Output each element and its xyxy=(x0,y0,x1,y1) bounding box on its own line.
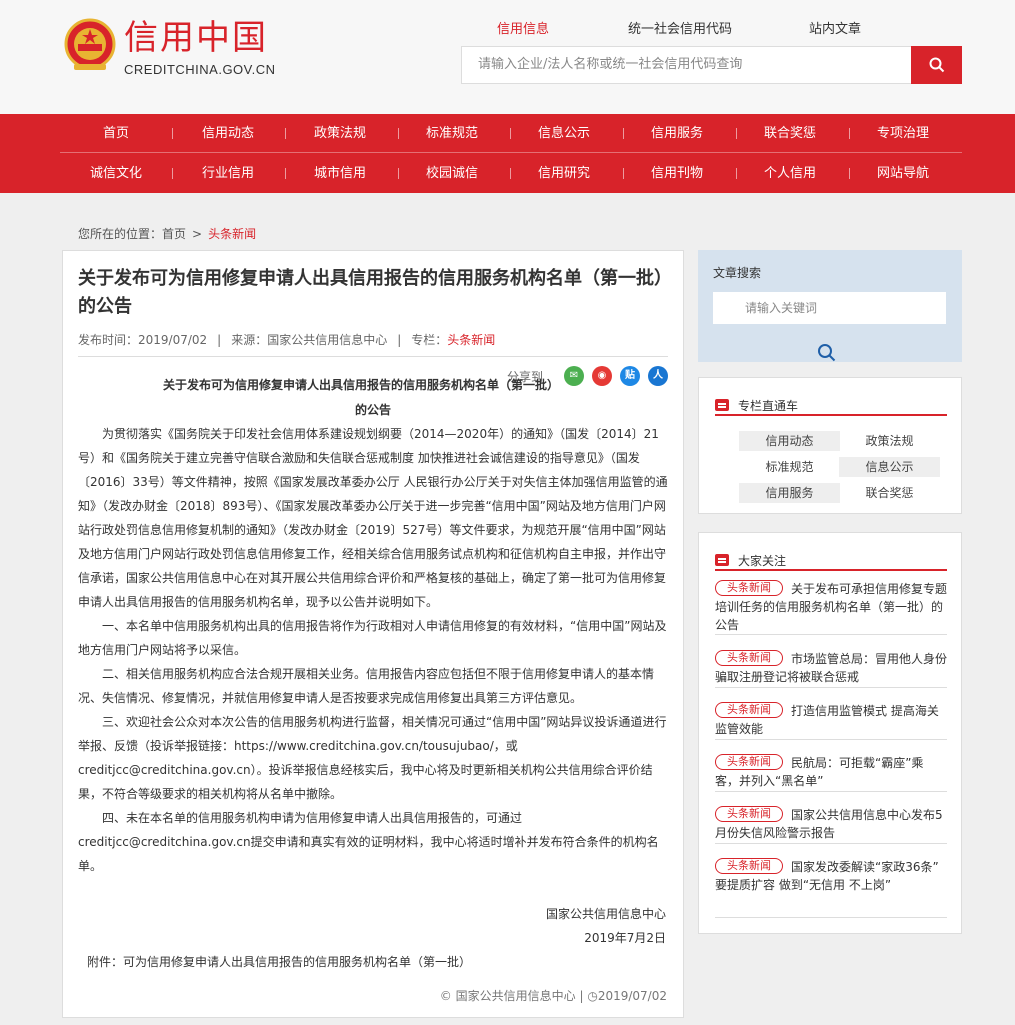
focus-news-box: 大家关注 头条新闻 关于发布可承担信用修复专题培训任务的信用服务机构名单（第一批… xyxy=(698,532,962,934)
search-input[interactable]: 请输入企业/法人名称或统一社会信用代码查询 xyxy=(461,46,911,84)
breadcrumb-current[interactable]: 头条新闻 xyxy=(208,227,256,241)
nav-item-industry[interactable]: 行业信用 xyxy=(172,154,284,193)
list-item[interactable]: 头条新闻 市场监管总局：冒用他人身份骗取注册登记将被联合惩戒 xyxy=(715,650,947,688)
site-header: 信用中国 CREDITCHINA.GOV.CN 信用信息 统一社会信用代码 站内… xyxy=(0,0,1015,114)
column-shortcuts-box: 专栏直通车 信用动态 政策法规 标准规范 信息公示 信用服务 联合奖惩 xyxy=(698,377,962,514)
breadcrumb-separator: > xyxy=(192,227,203,241)
search-tabs: 信用信息 统一社会信用代码 站内文章 xyxy=(461,18,962,59)
divider xyxy=(78,356,668,357)
list-item[interactable]: 头条新闻 打造信用监管模式 提高海关监管效能 xyxy=(715,702,947,740)
nav-item-standards[interactable]: 标准规范 xyxy=(396,114,508,153)
signature-date: 2019年7月2日 xyxy=(584,931,666,945)
attachment-link[interactable]: 可为信用修复申请人出具信用报告的信用服务机构名单（第一批） xyxy=(123,955,471,969)
search-tab-credit-code[interactable]: 统一社会信用代码 xyxy=(628,18,732,37)
nav-item-sitemap[interactable]: 网站导航 xyxy=(847,154,959,193)
search-icon xyxy=(929,57,944,73)
footer-source: 国家公共信用信息中心 xyxy=(455,989,576,1003)
nav-item-personal[interactable]: 个人信用 xyxy=(734,154,846,193)
article-body: 为贯彻落实《国务院关于印发社会信用体系建设规划纲要（2014—2020年）的通知… xyxy=(78,422,668,878)
list-item[interactable]: 头条新闻 国家发改委解读“家政36条” 要提质扩容 做到“无信用 不上岗” xyxy=(715,858,947,918)
nav-item-campus[interactable]: 校园诚信 xyxy=(396,154,508,193)
column-link-credit-news[interactable]: 信用动态 xyxy=(739,431,840,451)
paragraph: 二、相关信用服务机构应合法合规开展相关业务。信用报告内容应包括但不限于信用修复申… xyxy=(78,667,655,705)
nav-item-disclosure[interactable]: 信息公示 xyxy=(508,114,620,153)
breadcrumb-home[interactable]: 首页 xyxy=(162,227,186,241)
nav-item-publications[interactable]: 信用刊物 xyxy=(621,154,733,193)
paragraph: 为贯彻落实《国务院关于印发社会信用体系建设规划纲要（2014—2020年）的通知… xyxy=(78,427,668,609)
nav-row-1: 首页 信用动态 政策法规 标准规范 信息公示 信用服务 联合奖惩 专项治理 xyxy=(60,114,962,153)
site-logo-text[interactable]: 信用中国 xyxy=(124,18,268,58)
search-icon[interactable] xyxy=(817,343,837,363)
column-shortcuts-header: 专栏直通车 xyxy=(715,396,947,416)
focus-news-title: 大家关注 xyxy=(738,554,787,568)
article-search-panel: 文章搜索 请输入关键词 xyxy=(698,250,962,362)
news-tag: 头条新闻 xyxy=(715,754,783,770)
news-tag: 头条新闻 xyxy=(715,858,783,874)
column-link[interactable]: 头条新闻 xyxy=(447,333,495,347)
clock-icon: ◷ xyxy=(587,989,598,1003)
column-link-standards[interactable]: 标准规范 xyxy=(739,457,840,477)
publish-time: 发布时间：2019/07/02 xyxy=(78,333,208,347)
copyright-icon: © xyxy=(439,989,452,1003)
nav-item-home[interactable]: 首页 xyxy=(60,114,172,153)
column-link-rewards[interactable]: 联合奖惩 xyxy=(839,483,940,503)
news-tag: 头条新闻 xyxy=(715,702,783,718)
article-source: 来源：国家公共信用信息中心 xyxy=(231,333,388,347)
attachment: 附件：可为信用修复申请人出具信用报告的信用服务机构名单（第一批） xyxy=(87,953,471,970)
national-emblem-icon xyxy=(64,18,116,70)
list-item[interactable]: 头条新闻 关于发布可承担信用修复专题培训任务的信用服务机构名单（第一批）的公告 xyxy=(715,580,947,635)
article-title: 关于发布可为信用修复申请人出具信用报告的信用服务机构名单（第一批）的公告 xyxy=(78,268,663,317)
paragraph: 四、未在本名单的信用服务机构申请为信用修复申请人出具信用报告的，可通过credi… xyxy=(78,811,659,873)
breadcrumb: 您所在的位置：首页 > 头条新闻 xyxy=(78,225,256,242)
nav-item-special[interactable]: 专项治理 xyxy=(847,114,959,153)
nav-item-culture[interactable]: 诚信文化 xyxy=(60,154,172,193)
nav-row-2: 诚信文化 行业信用 城市信用 校园诚信 信用研究 信用刊物 个人信用 网站导航 xyxy=(60,154,962,193)
article-panel: 关于发布可为信用修复申请人出具信用报告的信用服务机构名单（第一批）的公告 发布时… xyxy=(62,250,684,1018)
nav-item-city[interactable]: 城市信用 xyxy=(284,154,396,193)
column-icon xyxy=(715,554,729,566)
list-item[interactable]: 头条新闻 国家公共信用信息中心发布5月份失信风险警示报告 xyxy=(715,806,947,844)
paragraph: 三、欢迎社会公众对本次公告的信用服务机构进行监督，相关情况可通过“信用中国”网站… xyxy=(78,715,667,801)
nav-item-services[interactable]: 信用服务 xyxy=(621,114,733,153)
search-tab-articles[interactable]: 站内文章 xyxy=(809,18,861,37)
main-nav: 首页 信用动态 政策法规 标准规范 信息公示 信用服务 联合奖惩 专项治理 诚信… xyxy=(0,114,1015,193)
nav-item-credit-news[interactable]: 信用动态 xyxy=(172,114,284,153)
focus-news-header: 大家关注 xyxy=(715,551,947,571)
search-tab-credit-info[interactable]: 信用信息 xyxy=(497,18,549,37)
document-heading: 关于发布可为信用修复申请人出具信用报告的信用服务机构名单（第一批） xyxy=(162,378,559,392)
column-link-disclosure[interactable]: 信息公示 xyxy=(839,457,940,477)
column-icon xyxy=(715,399,729,411)
paragraph: 一、本名单中信用服务机构出具的信用报告将作为行政相对人申请信用修复的有效材料，“… xyxy=(78,619,667,657)
footer-date: 2019/07/02 xyxy=(597,989,667,1003)
column-link-policies[interactable]: 政策法规 xyxy=(839,431,940,451)
article-meta: 发布时间：2019/07/02 | 来源：国家公共信用信息中心 | 专栏：头条新闻 xyxy=(78,333,496,347)
footer-separator: | xyxy=(579,989,584,1003)
site-domain: CREDITCHINA.GOV.CN xyxy=(124,62,276,77)
article-footer: © 国家公共信用信息中心 | ◷2019/07/02 xyxy=(440,987,667,1004)
news-tag: 头条新闻 xyxy=(715,580,783,596)
nav-item-research[interactable]: 信用研究 xyxy=(508,154,620,193)
news-tag: 头条新闻 xyxy=(715,650,783,666)
signature: 国家公共信用信息中心 xyxy=(545,907,666,921)
article-search-title: 文章搜索 xyxy=(713,266,762,280)
document-heading-cont: 的公告 xyxy=(354,403,391,417)
keyword-input[interactable]: 请输入关键词 xyxy=(713,292,946,324)
attachment-label: 附件： xyxy=(87,955,124,969)
list-item[interactable]: 头条新闻 民航局：可拒载“霸座”乘客，并列入“黑名单” xyxy=(715,754,947,792)
news-tag: 头条新闻 xyxy=(715,806,783,822)
column-label: 专栏： xyxy=(411,333,448,347)
nav-item-rewards[interactable]: 联合奖惩 xyxy=(734,114,846,153)
column-shortcuts-title: 专栏直通车 xyxy=(738,399,799,413)
nav-item-policies[interactable]: 政策法规 xyxy=(284,114,396,153)
search-button[interactable] xyxy=(911,46,962,84)
column-link-services[interactable]: 信用服务 xyxy=(739,483,840,503)
breadcrumb-label: 您所在的位置： xyxy=(78,227,163,241)
